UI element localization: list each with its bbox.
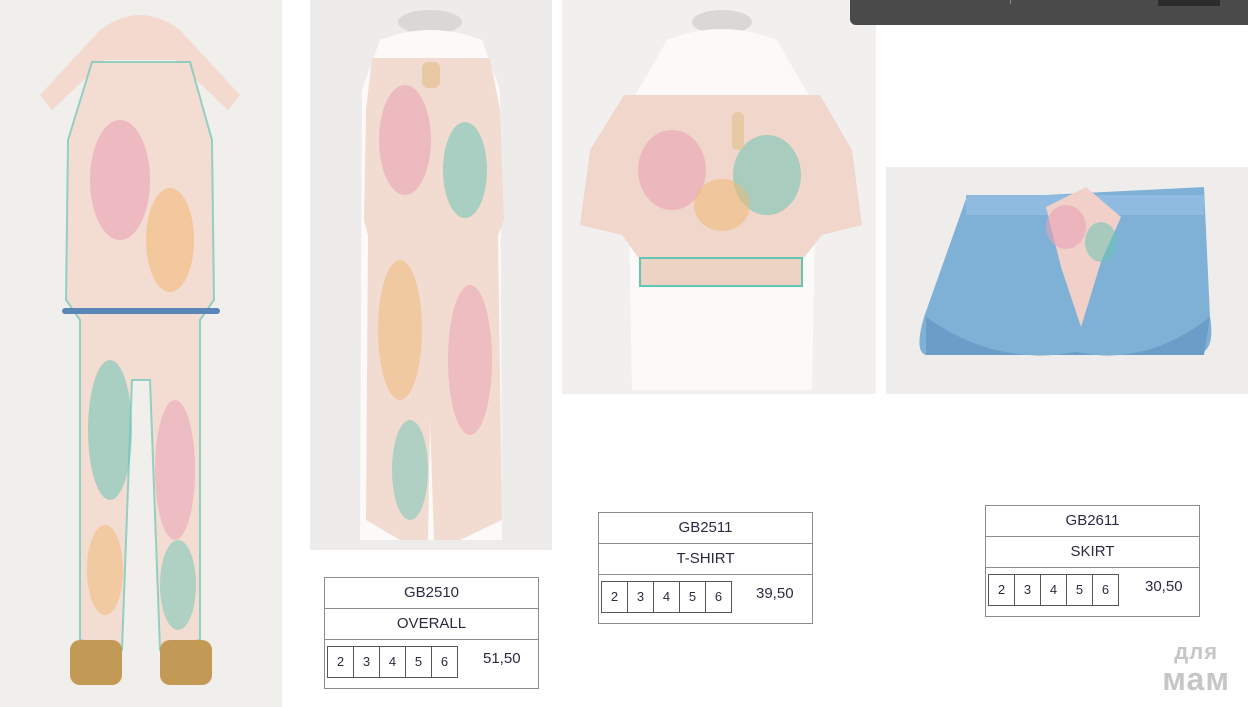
size-cell: 6 — [714, 589, 723, 604]
jumpsuit-photo-hanger — [0, 0, 282, 707]
size-cell: 2 — [989, 575, 1015, 605]
sizes-row: 2 3 4 5 6 39,50 — [599, 575, 812, 623]
product-price: 30,50 — [1145, 578, 1183, 595]
size-cell: 3 — [628, 582, 654, 612]
product-code: GB2511 — [599, 513, 812, 544]
product-code: GB2510 — [325, 578, 538, 609]
watermark-line-1: для — [1174, 639, 1219, 664]
tshirt-photo-mannequin — [562, 0, 876, 394]
size-cell: 5 — [406, 647, 432, 677]
product-card-overall: GB2510 OVERALL 2 3 4 5 6 51,50 — [324, 577, 539, 689]
watermark-line-2: мам — [1162, 661, 1230, 697]
sizes-row: 2 3 4 5 6 51,50 — [325, 640, 538, 688]
size-cell: 2 — [328, 647, 354, 677]
toolbar-button[interactable] — [1158, 0, 1220, 6]
product-card-skirt: GB2611 SKIRT 2 3 4 5 6 30,50 — [985, 505, 1200, 617]
size-grid: 2 3 4 5 6 — [601, 581, 732, 613]
skirt-photo — [886, 167, 1248, 394]
size-cell: 3 — [1015, 575, 1041, 605]
watermark-logo: для мам — [1162, 639, 1230, 697]
skirt-illustration — [919, 187, 1212, 356]
size-cell: 3 — [354, 647, 380, 677]
size-grid: 2 3 4 5 6 — [327, 646, 458, 678]
product-name: OVERALL — [325, 609, 538, 640]
size-cell: 4 — [380, 647, 406, 677]
overall-illustration — [360, 10, 504, 540]
size-cell: 5 — [680, 582, 706, 612]
size-cell: 2 — [602, 582, 628, 612]
size-cell: 5 — [1067, 575, 1093, 605]
product-price: 51,50 — [483, 650, 521, 667]
toolbar-separator — [1010, 0, 1011, 4]
top-toolbar — [850, 0, 1248, 25]
sizes-row: 2 3 4 5 6 30,50 — [986, 568, 1199, 616]
product-name: SKIRT — [986, 537, 1199, 568]
product-price: 39,50 — [756, 585, 794, 602]
product-card-tshirt: GB2511 T-SHIRT 2 3 4 5 6 39,50 — [598, 512, 813, 624]
size-cell: 4 — [654, 582, 680, 612]
size-grid: 2 3 4 5 6 — [988, 574, 1119, 606]
product-code: GB2611 — [986, 506, 1199, 537]
size-cell: 6 — [440, 654, 449, 669]
jumpsuit-illustration — [40, 15, 240, 685]
tshirt-illustration — [580, 10, 862, 390]
size-cell: 4 — [1041, 575, 1067, 605]
overall-photo-mannequin — [310, 0, 552, 550]
product-name: T-SHIRT — [599, 544, 812, 575]
size-cell: 6 — [1101, 582, 1110, 597]
